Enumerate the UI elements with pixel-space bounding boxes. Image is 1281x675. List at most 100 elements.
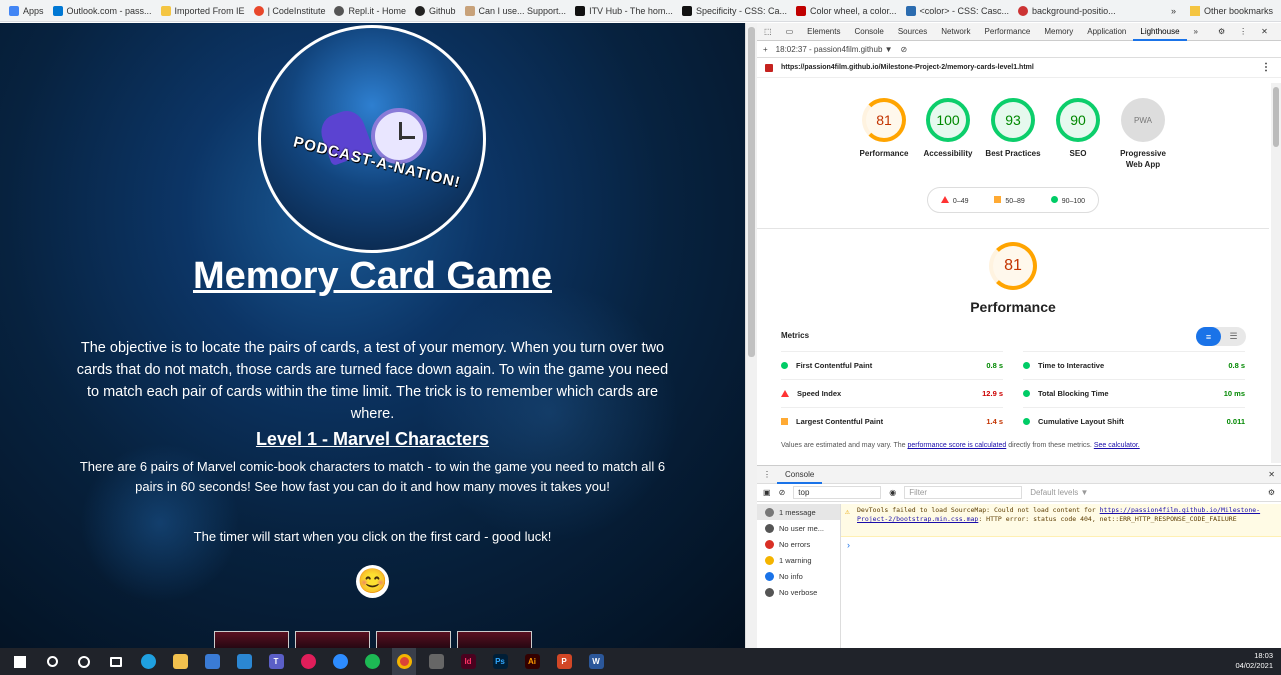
metrics-view-toggle[interactable]: ≡ ☰ (1196, 327, 1246, 346)
console-filter-input[interactable]: Filter (904, 486, 1023, 499)
folder-icon (1189, 6, 1200, 16)
settings-gear-icon[interactable]: ⚙ (1211, 23, 1232, 41)
lighthouse-icon (765, 63, 773, 72)
page-scrollbar[interactable] (745, 23, 757, 648)
score-calculated-link[interactable]: performance score is calculated (907, 442, 1006, 449)
powerpoint-icon[interactable]: P (552, 648, 576, 675)
smiley-icon: 😊 (356, 565, 389, 598)
search-icon[interactable] (40, 648, 64, 675)
clear-icon[interactable]: ⊘ (901, 45, 908, 54)
windows-start-icon[interactable] (8, 648, 32, 675)
kebab-menu-icon[interactable]: ⋮ (1232, 23, 1254, 41)
sidebar-item-verbose[interactable]: No verbose (757, 584, 840, 600)
more-bookmarks-chevron[interactable]: » (1171, 6, 1176, 16)
store-icon[interactable] (200, 648, 224, 675)
bookmark-caniuse[interactable]: Can I use... Support... (464, 5, 566, 16)
see-calculator-link[interactable]: See calculator. (1094, 442, 1140, 449)
tab-network[interactable]: Network (934, 23, 977, 41)
context-selector[interactable]: top (793, 486, 882, 499)
gauge-ring: 93 (991, 98, 1035, 142)
bookmark-color-css[interactable]: <color> - CSS: Casc... (905, 5, 1009, 16)
expanded-view-icon[interactable]: ☰ (1221, 327, 1246, 346)
close-icon[interactable]: ✕ (1254, 23, 1275, 41)
eye-icon[interactable]: ◉ (889, 488, 896, 497)
bookmark-apps[interactable]: Apps (9, 5, 44, 16)
file-explorer-icon[interactable] (168, 648, 192, 675)
metrics-heading: Metrics (781, 331, 810, 340)
memory-card[interactable] (376, 631, 451, 648)
console-prompt-icon[interactable]: › (847, 540, 850, 550)
tab-console[interactable]: Console (847, 23, 890, 41)
bookmark-itvhub[interactable]: ITV Hub - The hom... (575, 5, 673, 16)
tab-memory[interactable]: Memory (1037, 23, 1080, 41)
timer-instruction: The timer will start when you click on t… (193, 529, 552, 544)
chrome-icon[interactable] (392, 648, 416, 675)
bookmark-github[interactable]: Github (414, 5, 456, 16)
devtools-scrollbar[interactable] (1271, 83, 1281, 463)
memory-card[interactable] (214, 631, 289, 648)
other-bookmarks[interactable]: Other bookmarks (1204, 6, 1273, 16)
sidebar-item-warnings[interactable]: 1 warning (757, 552, 840, 568)
drawer-menu-icon[interactable]: ⋮ (757, 470, 777, 479)
report-menu-icon[interactable]: ⋮ (1261, 62, 1271, 73)
bookmark-background-position[interactable]: background-positio... (1018, 5, 1116, 16)
mail-icon[interactable] (232, 648, 256, 675)
sidebar-item-info[interactable]: No info (757, 568, 840, 584)
tab-elements[interactable]: Elements (800, 23, 847, 41)
tab-application[interactable]: Application (1080, 23, 1133, 41)
tab-lighthouse[interactable]: Lighthouse (1133, 23, 1187, 41)
divider (757, 228, 1269, 229)
metric-lcp: Largest Contentful Paint 1.4 s (781, 407, 1003, 435)
clear-console-icon[interactable]: ⊘ (779, 488, 786, 497)
tab-performance[interactable]: Performance (978, 23, 1038, 41)
spotify-icon[interactable] (360, 648, 384, 675)
adobe-color-icon (795, 5, 806, 16)
console-settings-icon[interactable]: ⚙ (1268, 488, 1275, 497)
log-levels-dropdown[interactable]: Default levels ▼ (1030, 488, 1088, 497)
bookmark-codeinstitute[interactable]: | CodeInstitute (253, 5, 325, 16)
drawer-close-icon[interactable]: ✕ (1268, 470, 1275, 479)
bookmark-colorwheel[interactable]: Color wheel, a color... (795, 5, 897, 16)
report-selector[interactable]: 18:02:37 - passion4film.github ▼ (776, 45, 893, 54)
scrollbar-thumb[interactable] (748, 27, 755, 357)
gauge-pwa[interactable]: PWA Progressive Web App (1113, 98, 1173, 170)
gauge-ring: 81 (862, 98, 906, 142)
bookmark-outlook[interactable]: Outlook.com - pass... (52, 5, 152, 16)
sidebar-toggle-icon[interactable]: ▣ (763, 488, 771, 497)
memory-card[interactable] (457, 631, 532, 648)
memory-card[interactable] (295, 631, 370, 648)
slack-icon[interactable] (296, 648, 320, 675)
gauge-best-practices[interactable]: 93 Best Practices (983, 98, 1043, 159)
gauge-accessibility[interactable]: 100 Accessibility (918, 98, 978, 159)
gauge-seo[interactable]: 90 SEO (1048, 98, 1108, 159)
cortana-icon[interactable] (72, 648, 96, 675)
illustrator-icon[interactable]: Ai (520, 648, 544, 675)
sidebar-item-user-messages[interactable]: No user me... (757, 520, 840, 536)
system-clock[interactable]: 18:03 04/02/2021 (1235, 651, 1273, 671)
calculator-icon[interactable] (424, 648, 448, 675)
zoom-icon[interactable] (328, 648, 352, 675)
github-icon (414, 5, 425, 16)
average-square-icon (994, 195, 1002, 203)
more-tabs-icon[interactable]: » (1187, 23, 1205, 41)
task-view-icon[interactable] (104, 648, 128, 675)
teams-icon[interactable]: T (264, 648, 288, 675)
inspect-icon[interactable]: ⬚ (757, 23, 779, 41)
device-toggle-icon[interactable]: ▭ (779, 23, 801, 41)
plus-icon[interactable]: + (763, 45, 768, 54)
gauge-performance[interactable]: 81 Performance (854, 98, 914, 159)
sidebar-item-messages[interactable]: 1 message (757, 504, 840, 520)
tab-sources[interactable]: Sources (891, 23, 934, 41)
bookmark-specificity[interactable]: Specificity - CSS: Ca... (681, 5, 787, 16)
bookmarks-bar: Apps Outlook.com - pass... Imported From… (0, 0, 1281, 22)
photoshop-icon[interactable]: Ps (488, 648, 512, 675)
bookmark-imported[interactable]: Imported From IE (160, 5, 245, 16)
compact-view-icon[interactable]: ≡ (1196, 327, 1221, 346)
drawer-tab-console[interactable]: Console (777, 466, 823, 484)
bookmark-replit[interactable]: Repl.it - Home (334, 5, 406, 16)
sidebar-item-errors[interactable]: No errors (757, 536, 840, 552)
word-icon[interactable]: W (584, 648, 608, 675)
edge-icon[interactable] (136, 648, 160, 675)
indesign-icon[interactable]: Id (456, 648, 480, 675)
scrollbar-thumb[interactable] (1273, 87, 1279, 147)
